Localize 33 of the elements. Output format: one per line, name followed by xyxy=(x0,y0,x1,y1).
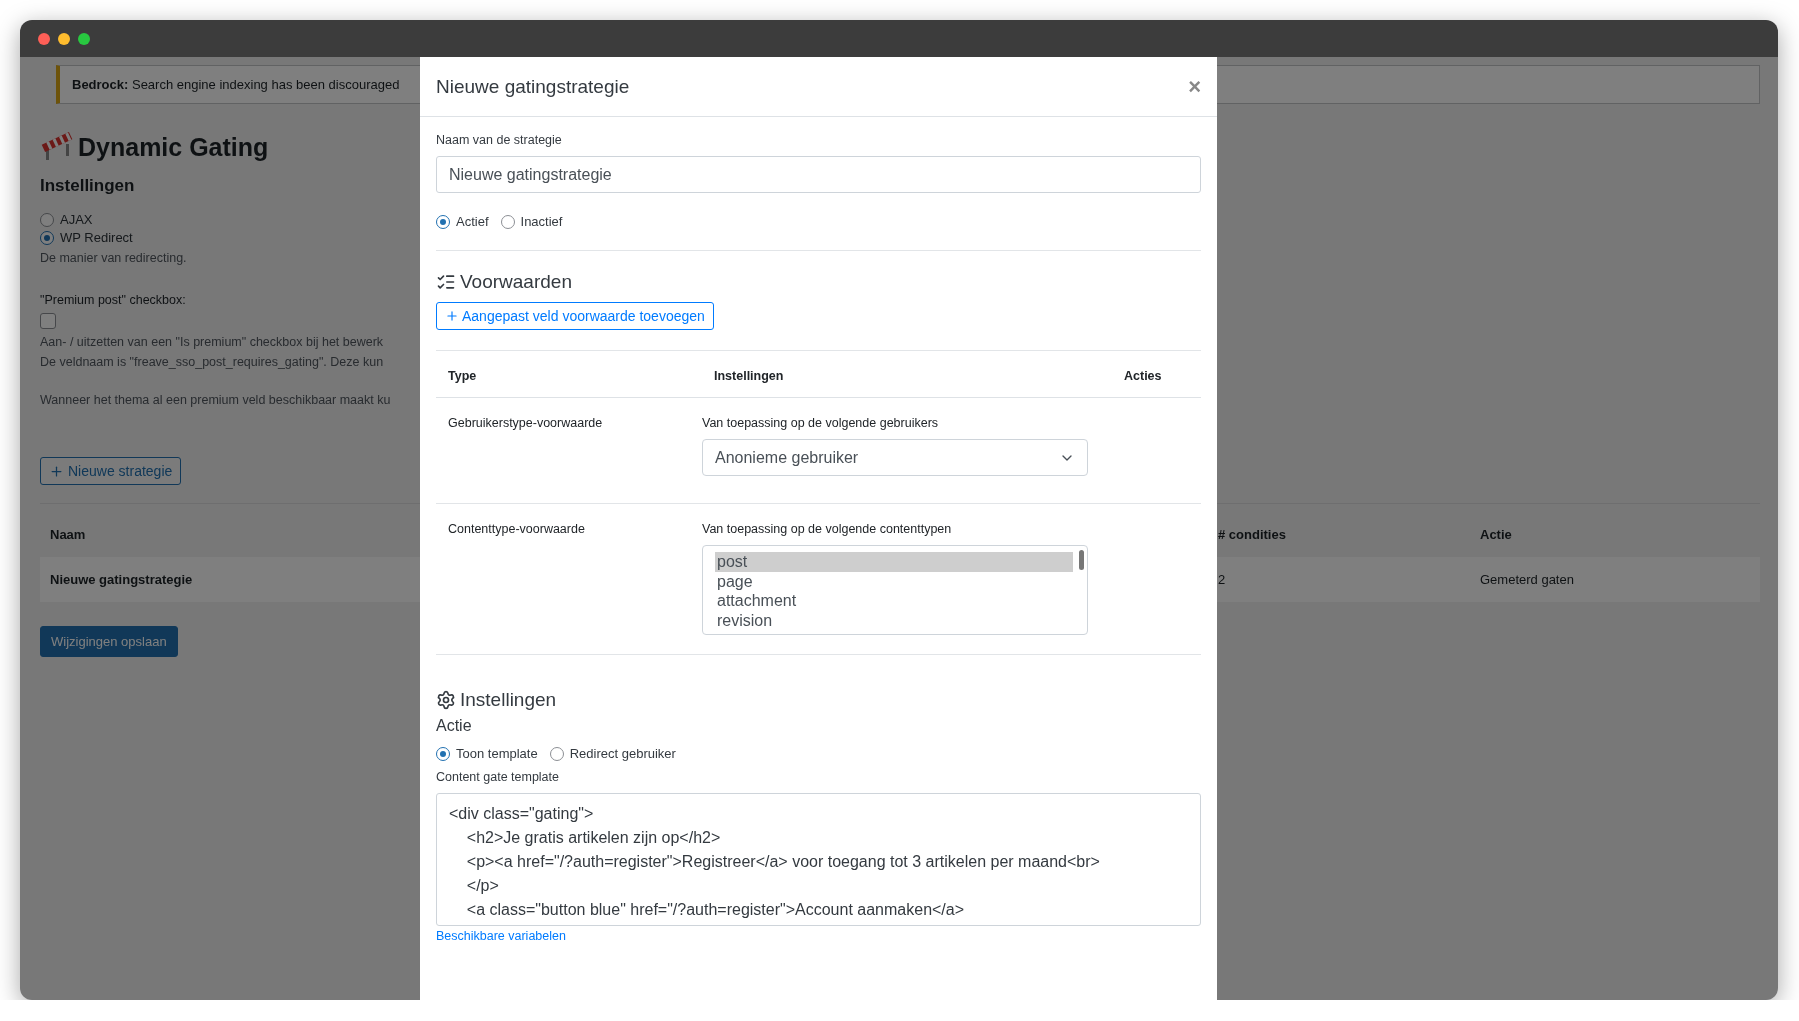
column-header: # condities xyxy=(1218,527,1286,542)
radio-label: Toon template xyxy=(456,746,538,761)
help-text: De manier van redirecting. xyxy=(40,251,187,265)
field-label: Content gate template xyxy=(436,770,560,784)
section-heading: Instellingen xyxy=(460,689,557,711)
field-label: "Premium post" checkbox: xyxy=(40,293,186,307)
table-cell: Gemeterd gaten xyxy=(1480,572,1574,587)
modal-title: Nieuwe gatingstrategie xyxy=(436,75,630,98)
help-text: De veldnaam is "freave_sso_post_requires_gating". Deze kun xyxy=(40,355,384,369)
section-heading: Voorwaarden xyxy=(460,271,572,293)
radio-label: AJAX xyxy=(60,212,93,227)
radio-label: Inactief xyxy=(520,214,563,229)
condition-label: Van toepassing op de volgende contenttypen xyxy=(702,522,952,536)
condition-label: Van toepassing op de volgende gebruikers xyxy=(702,416,939,430)
condition-type: Contenttype-voorwaarde xyxy=(448,522,585,536)
condition-type: Gebruikerstype-voorwaarde xyxy=(448,416,603,430)
column-header: Acties xyxy=(1124,369,1162,383)
column-header: Naam xyxy=(50,527,86,542)
help-text: Wanneer het thema al een premium veld beschikbaar maakt ku xyxy=(40,393,391,407)
help-text: Aan- / uitzetten van een "Is premium" checkbox bij het bewerk xyxy=(40,335,384,349)
notice-text: Bedrock: Search engine indexing has been discouraged xyxy=(72,77,400,92)
section-title: Instellingen xyxy=(40,176,135,196)
table-cell: 2 xyxy=(1218,572,1226,587)
page-title: Dynamic Gating xyxy=(78,133,269,162)
column-header: Type xyxy=(448,369,477,383)
subheading: Actie xyxy=(436,717,473,735)
radio-label: Redirect gebruiker xyxy=(569,746,676,761)
field-label: Naam van de strategie xyxy=(436,133,563,147)
radio-label: WP Redirect xyxy=(60,230,133,245)
table-cell: Nieuwe gatingstrategie xyxy=(50,572,193,587)
column-header: Actie xyxy=(1480,527,1512,542)
column-header: Instellingen xyxy=(714,369,784,383)
radio-label: Actief xyxy=(456,214,489,229)
